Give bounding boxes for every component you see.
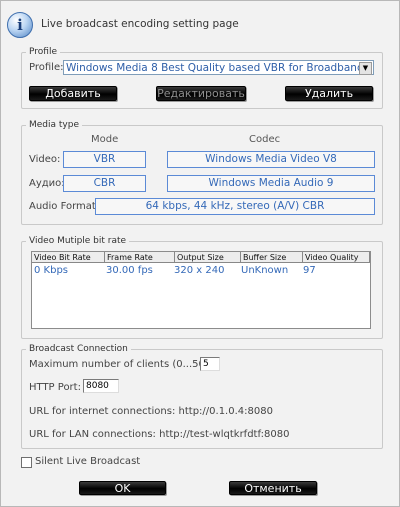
internet-url-text: URL for internet connections: http://0.1…	[29, 406, 273, 417]
window-title: Live broadcast encoding setting page	[41, 18, 239, 30]
bitrate-list-header: Video Bit Rate Frame Rate Output Size Bu…	[32, 252, 370, 263]
add-profile-button[interactable]: Добавить	[29, 86, 117, 101]
profile-legend: Profile	[29, 47, 57, 57]
table-cell: 30.00 fps	[106, 265, 153, 276]
audio-format-label: Audio Format:	[29, 201, 100, 212]
profile-select[interactable]: Windows Media 8 Best Quality based VBR f…	[63, 60, 374, 75]
edit-profile-button[interactable]: Редактировать	[156, 86, 246, 101]
column-header[interactable]: Video Bit Rate	[32, 252, 105, 263]
http-port-label: HTTP Port:	[29, 382, 81, 393]
info-icon: i	[7, 12, 33, 38]
table-cell: 97	[303, 265, 316, 276]
audio-codec-field: Windows Media Audio 9	[167, 175, 375, 192]
video-label: Video:	[29, 154, 61, 165]
table-cell: 320 x 240	[174, 265, 225, 276]
table-cell: 0 Kbps	[34, 265, 69, 276]
cancel-button[interactable]: Отменить	[229, 481, 317, 495]
mode-header: Mode	[91, 134, 119, 145]
lan-url-text: URL for LAN connections: http://test-wlq…	[29, 429, 290, 440]
profile-label: Profile:	[29, 62, 64, 73]
codec-header: Codec	[249, 134, 281, 145]
column-header[interactable]: Buffer Size	[241, 252, 303, 263]
bitrate-list[interactable]: Video Bit Rate Frame Rate Output Size Bu…	[31, 251, 371, 329]
broadcast-legend: Broadcast Connection	[29, 344, 128, 354]
silent-broadcast-label: Silent Live Broadcast	[35, 456, 141, 467]
audio-mode-field: CBR	[63, 175, 146, 192]
silent-broadcast-checkbox[interactable]	[21, 457, 32, 468]
column-header[interactable]: Video Quality	[303, 252, 370, 263]
max-clients-label: Maximum number of clients (0...50):	[29, 359, 213, 370]
media-type-legend: Media type	[29, 120, 79, 130]
video-mode-field: VBR	[63, 151, 146, 168]
column-header[interactable]: Frame Rate	[105, 252, 175, 263]
audio-label: Аудио:	[29, 178, 65, 189]
multibitrate-legend: Video Mutiple bit rate	[29, 236, 127, 246]
ok-button[interactable]: OK	[79, 481, 166, 495]
http-port-input[interactable]: 8080	[83, 379, 119, 393]
column-header[interactable]: Output Size	[175, 252, 241, 263]
max-clients-input[interactable]: 5	[200, 357, 220, 371]
delete-profile-button[interactable]: Удалить	[285, 86, 373, 101]
chevron-down-icon[interactable]: ▼	[359, 62, 372, 75]
table-cell: UnKnown	[241, 265, 289, 276]
settings-window: i Live broadcast encoding setting page P…	[0, 0, 400, 507]
profile-selected-value: Windows Media 8 Best Quality based VBR f…	[66, 62, 359, 74]
audio-format-field: 64 kbps, 44 kHz, stereo (A/V) CBR	[95, 198, 375, 215]
video-codec-field: Windows Media Video V8	[167, 151, 375, 168]
